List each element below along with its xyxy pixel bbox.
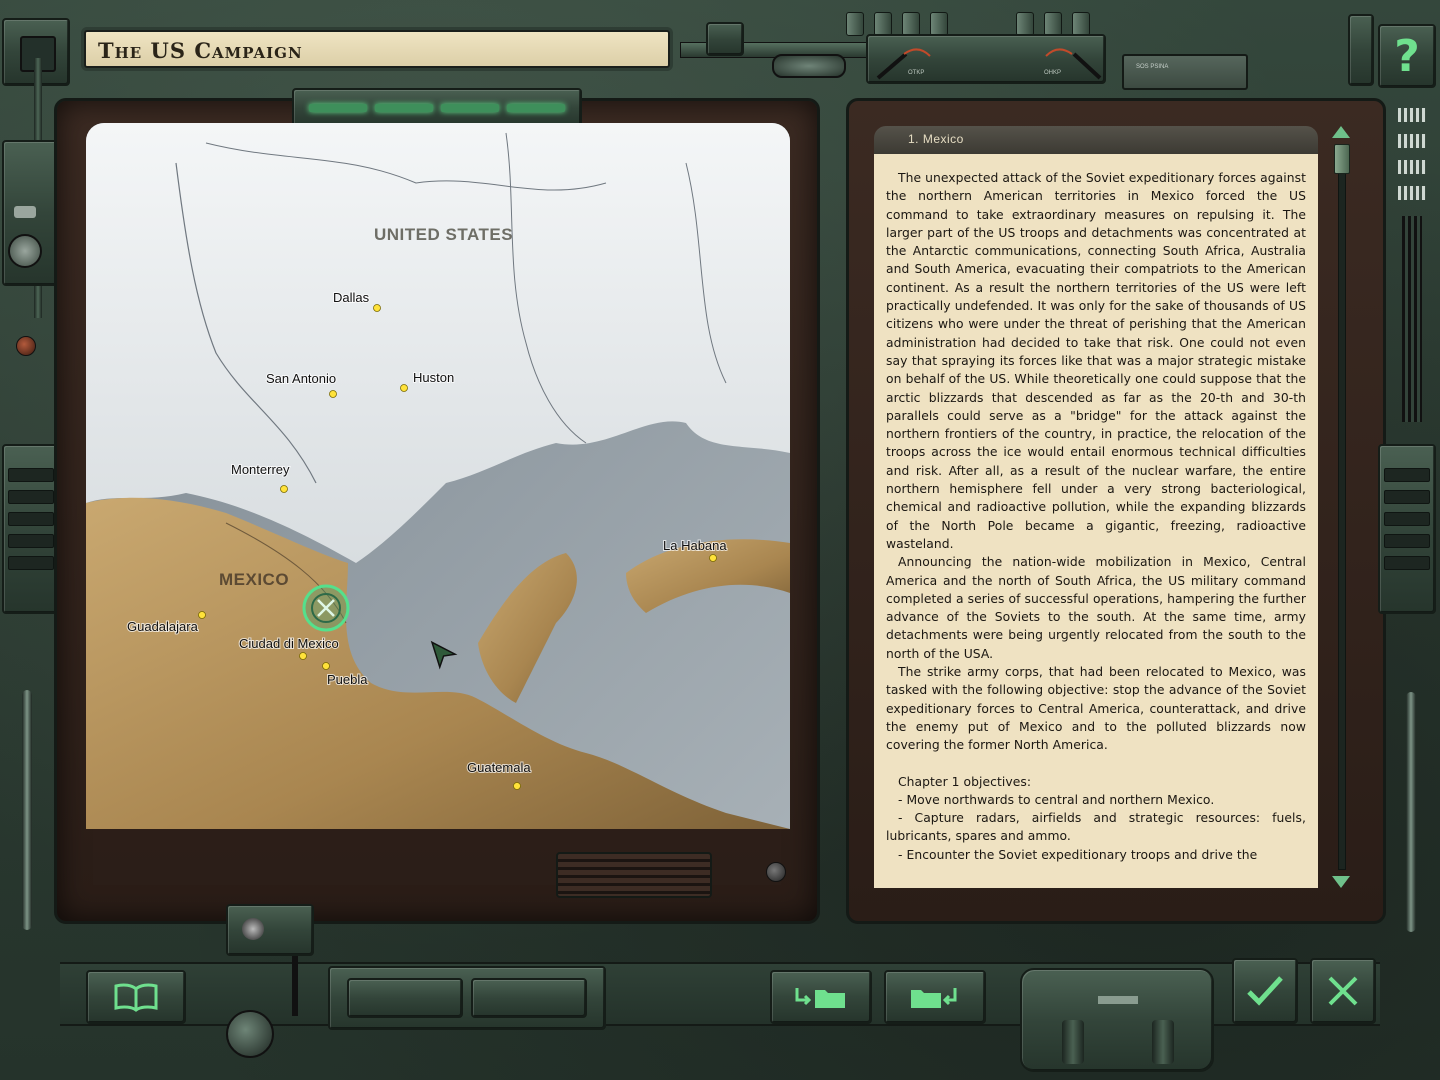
scroll-down-icon[interactable] [1332,876,1350,888]
briefing-text-panel[interactable]: The unexpected attack of the Soviet expe… [874,154,1318,888]
status-screen: SOS PSINA [1122,54,1248,90]
city-label: Dallas [333,290,370,305]
check-icon [1247,976,1283,1006]
camera-icon [242,918,264,940]
objective-item: - Capture radars, airfields and strategi… [886,811,1306,844]
right-indicator-strip [1398,108,1426,212]
map-graphic: UNITED STATES MEXICO Dallas San Antonio … [86,123,790,829]
bottom-housing [1020,968,1214,1072]
country-label-mexico: MEXICO [219,570,289,589]
gauge-left-label: OTKP [908,70,925,76]
gauge-panel: OTKP OHKP [866,34,1106,84]
help-button[interactable]: ? [1378,24,1436,88]
mission-title: 1. Mexico [908,132,964,146]
left-rail [22,690,32,930]
campaign-map[interactable]: UNITED STATES MEXICO Dallas San Antonio … [86,123,790,829]
top-bolt [772,54,846,78]
close-icon [1328,976,1358,1006]
city-label: Monterrey [231,462,290,477]
page-title: The US Campaign [98,38,303,63]
briefing-paragraph: The strike army corps, that had been rel… [886,665,1306,753]
center-right-button[interactable] [471,978,587,1018]
encyclopedia-button[interactable] [86,970,186,1024]
city-label: La Habana [663,538,727,553]
selected-region-marker[interactable] [302,584,350,632]
left-control-box [2,140,60,286]
right-slot-panel [1378,444,1436,614]
map-vent [556,852,712,898]
scroll-up-icon[interactable] [1332,126,1350,138]
city-label: Huston [413,370,454,385]
objective-item: - Encounter the Soviet expeditionary tro… [898,847,1258,862]
cancel-button[interactable] [1310,958,1376,1024]
mission-tab: 1. Mexico [874,126,1318,154]
save-button[interactable] [884,970,986,1024]
gauge-right-label: OHKP [1044,70,1062,76]
objectives-title: Chapter 1 objectives: [898,774,1032,789]
right-rail [1406,692,1416,932]
center-left-button[interactable] [347,978,463,1018]
knob-icon[interactable] [8,234,42,268]
left-slot-panel [2,444,60,614]
briefing-paragraph: Announcing the nation-wide mobilization … [886,555,1306,661]
book-icon [114,983,158,1012]
scroll-track[interactable] [1338,146,1346,870]
folder-open-icon [795,988,845,1008]
briefing-paragraph: The unexpected attack of the Soviet expe… [886,171,1306,551]
housing-slot [1098,996,1138,1004]
city-label: Guadalajara [127,619,199,634]
question-icon: ? [1394,30,1420,82]
title-bar: The US Campaign [84,30,670,68]
red-light-icon [16,336,36,356]
right-cables [1402,216,1422,422]
status-screen-label: SOS PSINA [1136,64,1169,70]
round-port-icon [226,1010,274,1058]
city-label: San Antonio [266,371,336,386]
country-label-usa: UNITED STATES [374,225,513,244]
scroll-thumb[interactable] [1334,144,1350,174]
accept-button[interactable] [1232,958,1298,1024]
screw-icon [766,862,786,882]
right-top-clamp [1348,14,1374,86]
folder-save-icon [911,988,957,1008]
city-label: Guatemala [467,760,531,775]
briefing-scrollbar[interactable] [1330,124,1352,892]
city-label: Puebla [327,672,368,687]
city-label: Ciudad di Mexico [239,636,339,651]
objective-item: - Move northwards to central and norther… [898,792,1215,807]
map-indicator-lights [292,88,582,128]
load-button[interactable] [770,970,872,1024]
city-puebla[interactable]: Puebla [326,671,369,688]
camera-box [226,904,314,956]
cable [292,956,298,1016]
top-clamp [706,22,744,56]
center-button-group [328,966,606,1030]
gauge-needles [876,48,1102,80]
